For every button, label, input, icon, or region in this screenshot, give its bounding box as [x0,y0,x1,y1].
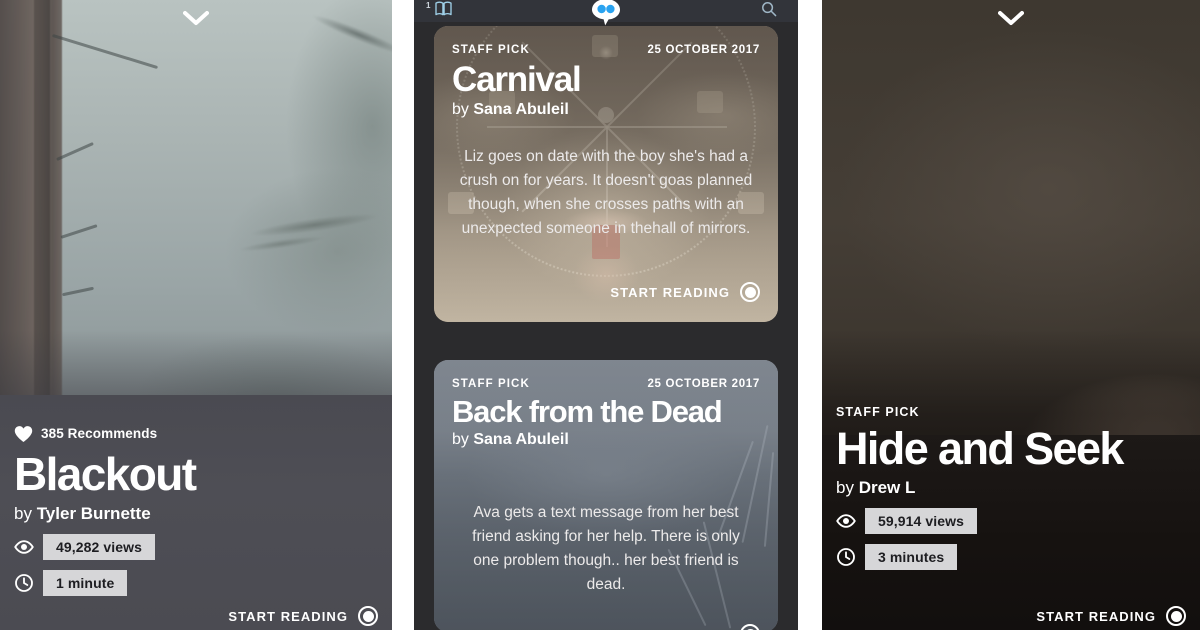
story-panel-hide-and-seek: STAFF PICK Hide and Seek by Drew L 59,91… [822,0,1200,630]
story-card-content: STAFF PICK 25 OCTOBER 2017 Back from the… [434,360,778,630]
app-top-bar: 1 [414,0,798,26]
search-icon [761,1,777,22]
author-prefix: by [836,477,859,497]
read-time-row: 3 minutes [836,543,1186,570]
story-description: Liz goes on date with the boy she's had … [459,147,753,237]
author-prefix: by [452,100,474,118]
views-count: 49,282 views [43,533,156,560]
recommends-row: 385 Recommends [14,425,378,443]
author-prefix: by [14,503,37,523]
ghost-mascot-icon[interactable] [589,0,623,27]
author-name: Sana Abuleil [473,100,569,118]
start-reading-button[interactable]: START READING [610,282,760,302]
card-header-row: STAFF PICK 25 OCTOBER 2017 [452,378,760,390]
story-card[interactable]: STAFF PICK 25 OCTOBER 2017 Back from the… [434,360,778,630]
branch-shape [60,224,98,239]
start-reading-button[interactable]: START READING [610,624,760,630]
read-time: 1 minute [43,569,128,596]
start-reading-label: START READING [610,284,730,300]
staff-pick-badge: STAFF PICK [452,378,530,390]
heart-icon [14,425,33,443]
eye-icon [836,511,856,531]
conifer-branch-shape [275,0,392,83]
read-time: 3 minutes [865,543,958,570]
author-name: Sana Abuleil [473,430,569,448]
story-card-content: STAFF PICK 25 OCTOBER 2017 Carnival by S… [434,26,778,322]
story-feed-list[interactable]: STAFF PICK 25 OCTOBER 2017 Carnival by S… [414,22,798,630]
page-title: Hide and Seek [836,422,1124,474]
chevron-down-icon[interactable] [181,6,211,30]
record-dot-icon [740,624,760,630]
story-panel-blackout: 385 Recommends Blackout by Tyler Burnett… [0,0,392,630]
story-title: Back from the Dead [452,394,723,429]
story-title: Carnival [452,60,582,99]
story-description: Ava gets a text message from her best fr… [472,503,740,593]
start-reading-label: START READING [1036,608,1156,624]
start-reading-button[interactable]: START READING [1036,606,1186,626]
story-feed-panel: 1 STAFF PICK 25 OCTOBER 2017 Carnival by… [414,0,798,630]
views-count: 59,914 views [865,507,978,534]
card-header-row: STAFF PICK 25 OCTOBER 2017 [452,44,760,56]
eye-icon [14,537,34,557]
record-dot-icon [358,606,378,626]
story-author: by Sana Abuleil [452,101,760,119]
story-card[interactable]: STAFF PICK 25 OCTOBER 2017 Carnival by S… [434,26,778,322]
start-reading-label: START READING [610,627,730,630]
start-reading-button[interactable]: START READING [228,606,378,626]
publish-date: 25 OCTOBER 2017 [647,378,760,390]
publish-date: 25 OCTOBER 2017 [647,44,760,56]
panel-divider [392,0,414,630]
clock-icon [14,573,34,593]
branch-shape [51,33,159,70]
library-badge-count: 1 [426,1,431,10]
chevron-down-icon[interactable] [996,6,1026,30]
story-author: by Sana Abuleil [452,431,760,449]
record-dot-icon [1166,606,1186,626]
conifer-branch-shape [222,178,392,272]
panel-divider [798,0,822,630]
book-icon [434,1,452,21]
views-row: 49,282 views [14,533,378,560]
record-dot-icon [740,282,760,302]
story-info-block: 385 Recommends Blackout by Tyler Burnett… [0,425,392,596]
clock-icon [836,547,856,567]
start-reading-label: START READING [228,608,348,624]
screenshot-stage: 385 Recommends Blackout by Tyler Burnett… [0,0,1200,630]
read-time-row: 1 minute [14,569,378,596]
staff-pick-badge: STAFF PICK [452,44,530,56]
story-info-block: STAFF PICK Hide and Seek by Drew L 59,91… [822,405,1200,570]
staff-pick-badge: STAFF PICK [836,404,920,419]
recommends-count: 385 Recommends [41,426,158,442]
author-prefix: by [452,430,474,448]
story-author: by Tyler Burnette [14,504,378,524]
story-author: by Drew L [836,478,1186,498]
page-title: Blackout [14,447,197,500]
author-name: Tyler Burnette [36,503,151,523]
author-name: Drew L [858,477,916,497]
views-row: 59,914 views [836,507,1186,534]
library-button[interactable]: 1 [424,0,462,22]
branch-shape [62,286,94,297]
search-button[interactable] [750,0,788,22]
